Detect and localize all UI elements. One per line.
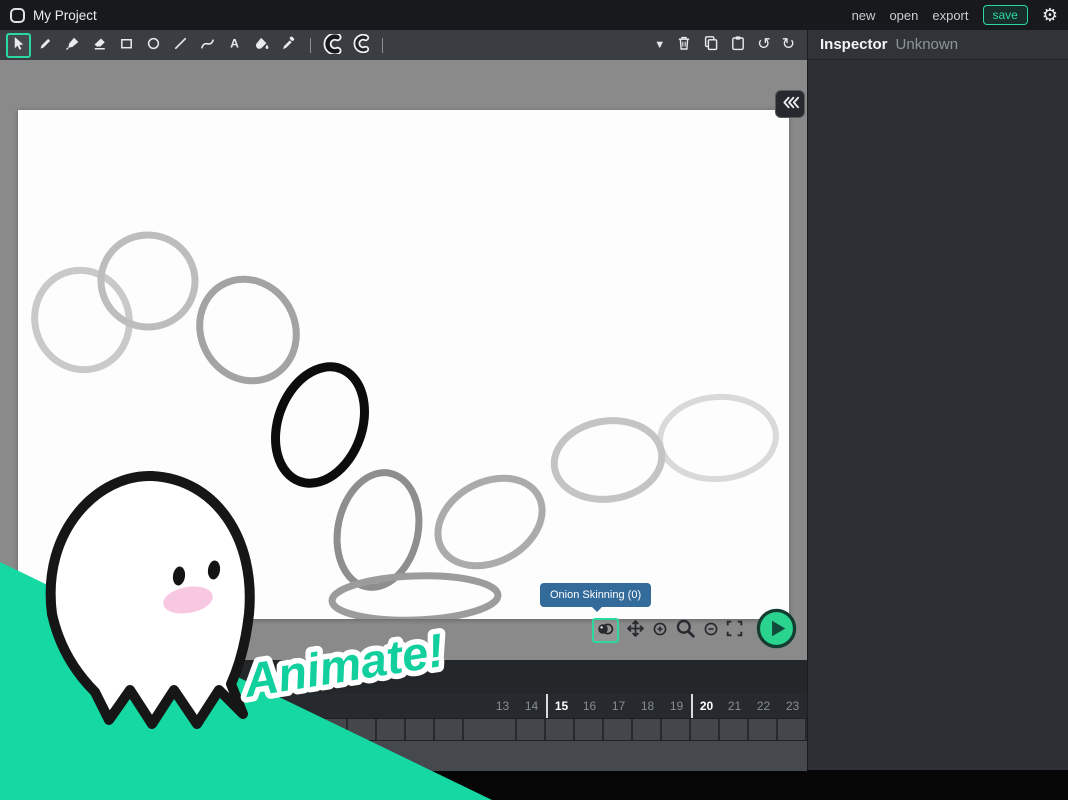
drawing-canvas[interactable]: [18, 110, 789, 619]
open-button[interactable]: open: [889, 8, 918, 23]
clip-after-button[interactable]: [348, 33, 373, 58]
new-button[interactable]: new: [852, 8, 876, 23]
fill-tool-button[interactable]: [249, 33, 274, 58]
timeline-cells[interactable]: [0, 718, 807, 741]
redo-button[interactable]: ↻: [782, 37, 795, 53]
timeline-frame-19[interactable]: 19: [662, 694, 691, 718]
curve-icon: [200, 36, 215, 54]
paste-frame-button[interactable]: [730, 35, 746, 55]
clip-before-icon: [322, 34, 343, 57]
eyedropper-tool-button[interactable]: [276, 33, 301, 58]
app-window: My Project new open export save ⚙: [0, 0, 1068, 800]
top-bar: My Project new open export save ⚙: [0, 0, 1068, 30]
pencil-tool-button[interactable]: [33, 33, 58, 58]
delete-frame-button[interactable]: [676, 35, 692, 55]
eraser-tool-button[interactable]: [87, 33, 112, 58]
timeline-frame-numbers[interactable]: 1314151617181920212223: [0, 694, 807, 718]
rectangle-tool-button[interactable]: [114, 33, 139, 58]
undo-button[interactable]: ↺: [757, 37, 770, 53]
timeline-header-strip: [0, 660, 807, 694]
eraser-icon: [92, 36, 107, 54]
canvas-backdrop: Onion Skinning (0): [0, 60, 807, 660]
toolbar-separator: [310, 38, 311, 53]
timeline-frame-20[interactable]: 20: [691, 694, 720, 718]
timeline-frame-14[interactable]: 14: [517, 694, 546, 718]
ellipse-tool-button[interactable]: [141, 33, 166, 58]
timeline: 1314151617181920212223: [0, 660, 807, 771]
clip-after-icon: [351, 34, 371, 56]
paint-bucket-icon: [254, 36, 270, 54]
onion-skin-drawing: [18, 110, 789, 619]
collapse-inspector-button[interactable]: [775, 90, 805, 118]
select-tool-button[interactable]: [6, 33, 31, 58]
frame-options-dropdown[interactable]: ▼: [654, 40, 665, 51]
timeline-frame-15[interactable]: 15: [546, 694, 575, 718]
onion-skin-icon: [597, 621, 614, 640]
play-button[interactable]: [756, 608, 797, 652]
canvas-zoom-toolbar: [592, 608, 797, 652]
triple-chevron-left-icon: [781, 95, 800, 113]
timeline-lower-band: [0, 741, 807, 771]
inspector-title: Inspector: [820, 36, 888, 53]
inspector-panel: [807, 60, 1068, 770]
curve-tool-button[interactable]: [195, 33, 220, 58]
ellipse-icon: [146, 36, 161, 54]
timeline-frame-18[interactable]: 18: [633, 694, 662, 718]
toolbar-separator: [382, 38, 383, 53]
timeline-frame-21[interactable]: 21: [720, 694, 749, 718]
magnifier-icon: [675, 618, 696, 642]
text-tool-button[interactable]: A: [222, 33, 247, 58]
pen-tool-button[interactable]: [60, 33, 85, 58]
onion-skinning-tooltip: Onion Skinning (0): [540, 583, 651, 607]
inspector-header: Inspector Unknown: [807, 30, 1068, 60]
app-logo-icon: [10, 8, 25, 23]
line-icon: [173, 36, 188, 54]
copy-frame-button[interactable]: [703, 35, 719, 55]
select-cursor-icon: [11, 36, 26, 54]
pan-arrows-icon: [626, 619, 645, 641]
project-title: My Project: [33, 8, 97, 23]
timeline-frame-17[interactable]: 17: [604, 694, 633, 718]
onion-skin-button[interactable]: [592, 618, 619, 643]
settings-gear-icon[interactable]: ⚙: [1042, 6, 1058, 24]
copy-icon: [703, 35, 719, 55]
zoom-out-icon: [703, 621, 719, 640]
undo-icon: ↺: [757, 37, 770, 53]
zoom-level-button[interactable]: [675, 618, 696, 642]
tool-bar: A: [0, 30, 807, 60]
play-icon: [756, 608, 797, 652]
timeline-frame-22[interactable]: 22: [749, 694, 778, 718]
svg-text:A: A: [230, 37, 239, 51]
save-button[interactable]: save: [983, 5, 1028, 25]
zoom-in-button[interactable]: [652, 621, 668, 640]
pen-icon: [65, 36, 80, 54]
zoom-in-icon: [652, 621, 668, 640]
trash-icon: [676, 35, 692, 55]
zoom-out-button[interactable]: [703, 621, 719, 640]
line-tool-button[interactable]: [168, 33, 193, 58]
redo-icon: ↻: [782, 37, 795, 53]
timeline-frame-23[interactable]: 23: [778, 694, 807, 718]
clip-before-button[interactable]: [320, 33, 345, 58]
pan-button[interactable]: [626, 619, 645, 641]
pencil-icon: [38, 36, 53, 54]
eyedropper-icon: [281, 36, 296, 54]
inspector-selection: Unknown: [896, 36, 959, 53]
text-tool-icon: A: [227, 36, 242, 54]
tooltip-text: Onion Skinning (0): [550, 589, 641, 601]
timeline-frame-13[interactable]: 13: [488, 694, 517, 718]
export-button[interactable]: export: [932, 8, 968, 23]
tooltip-arrow: [592, 607, 602, 612]
timeline-frame-16[interactable]: 16: [575, 694, 604, 718]
fit-screen-button[interactable]: [726, 620, 743, 640]
rectangle-icon: [119, 36, 134, 54]
fit-screen-icon: [726, 620, 743, 640]
paste-icon: [730, 35, 746, 55]
